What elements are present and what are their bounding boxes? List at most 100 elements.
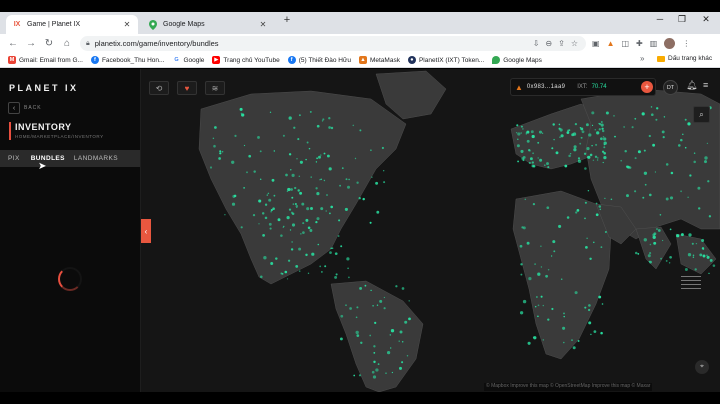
forward-arrow-icon[interactable]: → <box>22 38 40 49</box>
pix-marker[interactable] <box>589 257 592 261</box>
pix-marker[interactable] <box>291 173 295 177</box>
pix-marker[interactable] <box>563 341 565 344</box>
pix-marker[interactable] <box>259 178 262 180</box>
pix-marker[interactable] <box>547 318 550 321</box>
bookmark-item[interactable]: f (5) Thiết Đào Hữu <box>287 56 351 64</box>
pix-marker[interactable] <box>282 226 284 228</box>
pix-marker[interactable] <box>318 155 321 159</box>
pix-marker[interactable] <box>540 245 542 248</box>
pix-marker[interactable] <box>558 224 562 228</box>
pix-marker[interactable] <box>335 273 338 276</box>
pix-marker[interactable] <box>373 345 376 348</box>
pix-marker[interactable] <box>684 268 688 271</box>
pix-marker[interactable] <box>307 272 310 274</box>
pix-marker[interactable] <box>644 183 647 186</box>
sidebar-collapse-toggle[interactable]: ‹ <box>141 219 151 243</box>
pix-marker[interactable] <box>266 194 268 196</box>
pix-marker[interactable] <box>697 186 701 190</box>
pix-marker[interactable] <box>542 339 545 341</box>
pix-marker[interactable] <box>602 161 604 164</box>
pix-marker[interactable] <box>634 251 638 255</box>
pix-marker[interactable] <box>359 286 363 290</box>
pix-marker[interactable] <box>587 189 590 192</box>
pix-marker[interactable] <box>399 330 403 334</box>
pix-marker[interactable] <box>386 350 391 355</box>
pix-marker[interactable] <box>253 170 256 173</box>
planet-ix-logo[interactable]: PLANET IX <box>9 83 79 93</box>
close-icon[interactable]: ✕ <box>258 20 268 29</box>
pix-marker[interactable] <box>297 189 300 192</box>
pix-marker[interactable] <box>596 131 600 135</box>
pix-marker[interactable] <box>401 287 405 290</box>
pix-marker[interactable] <box>323 152 326 155</box>
pix-marker[interactable] <box>372 375 377 379</box>
metamask-extension-icon[interactable]: ▲ <box>607 39 615 48</box>
pix-marker[interactable] <box>704 156 708 160</box>
pix-marker[interactable] <box>702 254 706 258</box>
pix-marker[interactable] <box>614 135 616 138</box>
pix-marker[interactable] <box>315 187 318 190</box>
pix-marker[interactable] <box>377 363 380 365</box>
pix-marker[interactable] <box>647 254 651 258</box>
pix-marker[interactable] <box>534 305 537 308</box>
pix-marker[interactable] <box>701 238 705 243</box>
pix-marker[interactable] <box>684 118 687 121</box>
pix-marker[interactable] <box>634 117 637 120</box>
pix-marker[interactable] <box>552 240 556 244</box>
pix-marker[interactable] <box>560 134 564 138</box>
home-icon[interactable]: ⌂ <box>58 38 76 49</box>
pix-marker[interactable] <box>345 178 348 181</box>
pix-marker[interactable] <box>364 284 367 287</box>
pix-marker[interactable] <box>295 204 299 208</box>
pix-marker[interactable] <box>551 307 554 311</box>
pix-marker[interactable] <box>286 216 290 220</box>
pix-marker[interactable] <box>329 212 331 215</box>
pix-marker[interactable] <box>709 258 713 262</box>
pix-marker[interactable] <box>537 304 540 307</box>
pix-marker[interactable] <box>310 176 312 178</box>
pix-marker[interactable] <box>692 256 695 258</box>
pix-marker[interactable] <box>372 304 374 307</box>
pix-marker[interactable] <box>531 164 535 168</box>
pix-marker[interactable] <box>345 304 347 306</box>
pix-marker[interactable] <box>577 157 581 160</box>
reload-icon[interactable]: ↻ <box>40 38 58 49</box>
pix-marker[interactable] <box>680 138 683 142</box>
pix-marker[interactable] <box>654 171 657 173</box>
pix-marker[interactable] <box>233 194 237 198</box>
pix-marker[interactable] <box>340 245 343 248</box>
pix-marker[interactable] <box>600 331 603 335</box>
pix-marker[interactable] <box>224 214 226 216</box>
pix-marker[interactable] <box>221 150 224 153</box>
pix-marker[interactable] <box>634 190 637 193</box>
pix-marker[interactable] <box>398 340 400 342</box>
pix-marker[interactable] <box>524 198 527 201</box>
pix-marker[interactable] <box>376 304 379 306</box>
sidepanel-icon[interactable]: ▥ <box>650 39 658 48</box>
pix-marker[interactable] <box>653 241 657 245</box>
pix-marker[interactable] <box>551 147 554 150</box>
pix-marker[interactable] <box>290 188 293 191</box>
pix-marker[interactable] <box>356 306 359 309</box>
more-bookmarks-icon[interactable]: » <box>640 54 644 63</box>
pix-marker[interactable] <box>687 253 692 257</box>
pix-marker[interactable] <box>275 257 278 260</box>
pix-marker[interactable] <box>293 126 296 129</box>
pix-marker[interactable] <box>325 210 327 212</box>
pix-marker[interactable] <box>572 132 577 136</box>
pix-marker[interactable] <box>585 123 589 127</box>
pix-marker[interactable] <box>262 234 265 237</box>
pix-marker[interactable] <box>529 157 533 161</box>
pix-marker[interactable] <box>353 374 356 377</box>
pix-marker[interactable] <box>291 223 296 227</box>
pix-marker[interactable] <box>602 136 605 138</box>
pix-marker[interactable] <box>627 165 630 169</box>
pix-marker[interactable] <box>286 190 289 193</box>
pix-marker[interactable] <box>348 276 350 279</box>
pix-marker[interactable] <box>320 154 322 156</box>
pix-marker[interactable] <box>519 311 524 315</box>
pix-marker[interactable] <box>288 153 292 156</box>
pix-marker[interactable] <box>408 317 411 321</box>
bookmark-item[interactable]: f Facebook_Thu Hon... <box>90 56 164 64</box>
pix-marker[interactable] <box>375 368 379 372</box>
